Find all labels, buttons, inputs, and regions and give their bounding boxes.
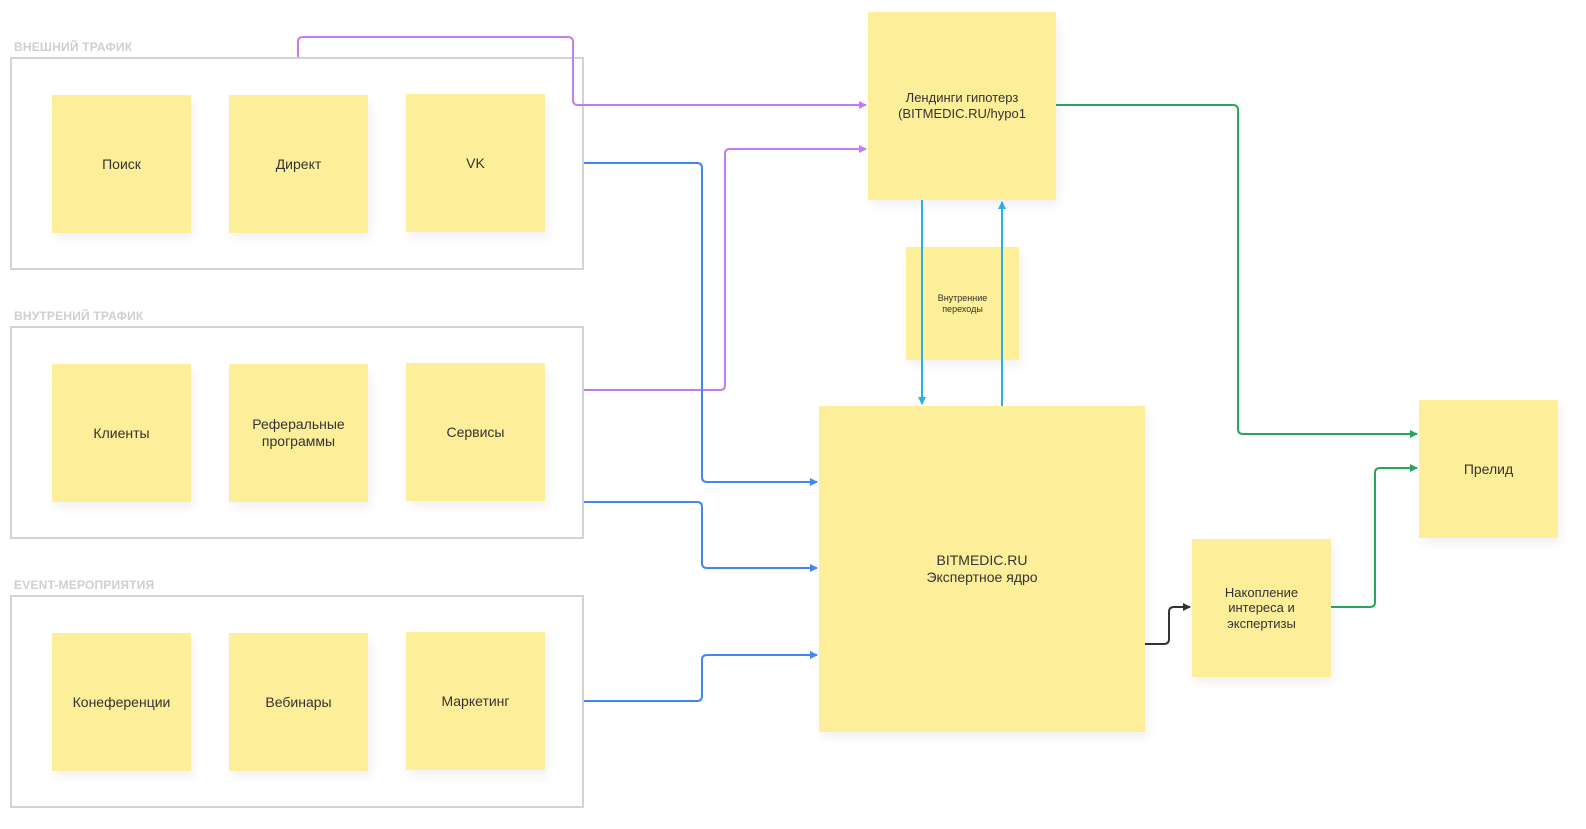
sticky-conferences[interactable]: Конеференции	[52, 633, 191, 771]
diagram-canvas: ВНЕШНИЙ ТРАФИК ВНУТРЕНИЙ ТРАФИК EVENT-МЕ…	[0, 0, 1586, 829]
sticky-referral[interactable]: Реферальные программы	[229, 364, 368, 502]
sticky-marketing[interactable]: Маркетинг	[406, 632, 545, 770]
group-label-external: ВНЕШНИЙ ТРАФИК	[14, 40, 133, 54]
sticky-services[interactable]: Сервисы	[406, 363, 545, 501]
sticky-search[interactable]: Поиск	[52, 95, 191, 233]
sticky-vk[interactable]: VK	[406, 94, 545, 232]
connector-event-to-core[interactable]	[584, 651, 818, 702]
connector-external-to-core[interactable]	[584, 162, 818, 486]
sticky-webinars[interactable]: Вебинары	[229, 633, 368, 771]
sticky-accumulation[interactable]: Накопление интереса и экспертизы	[1192, 539, 1331, 677]
sticky-landings[interactable]: Лендинги гипотерз (BITMEDIC.RU/hypo1	[868, 12, 1056, 200]
sticky-core[interactable]: BITMEDIC.RU Экспертное ядро	[819, 406, 1145, 732]
group-label-event: EVENT-МЕРОПРИЯТИЯ	[14, 578, 155, 592]
sticky-prelid[interactable]: Прелид	[1419, 400, 1558, 538]
connector-internal-to-landings[interactable]	[584, 145, 867, 391]
connector-landings-to-prelid[interactable]	[1056, 104, 1418, 438]
connector-internal-to-core[interactable]	[584, 501, 818, 572]
sticky-direct[interactable]: Директ	[229, 95, 368, 233]
connector-accumulation-to-prelid[interactable]	[1331, 464, 1418, 608]
group-label-internal: ВНУТРЕНИЙ ТРАФИК	[14, 309, 144, 323]
sticky-clients[interactable]: Клиенты	[52, 364, 191, 502]
connector-core-to-accumulation[interactable]	[1145, 603, 1191, 645]
